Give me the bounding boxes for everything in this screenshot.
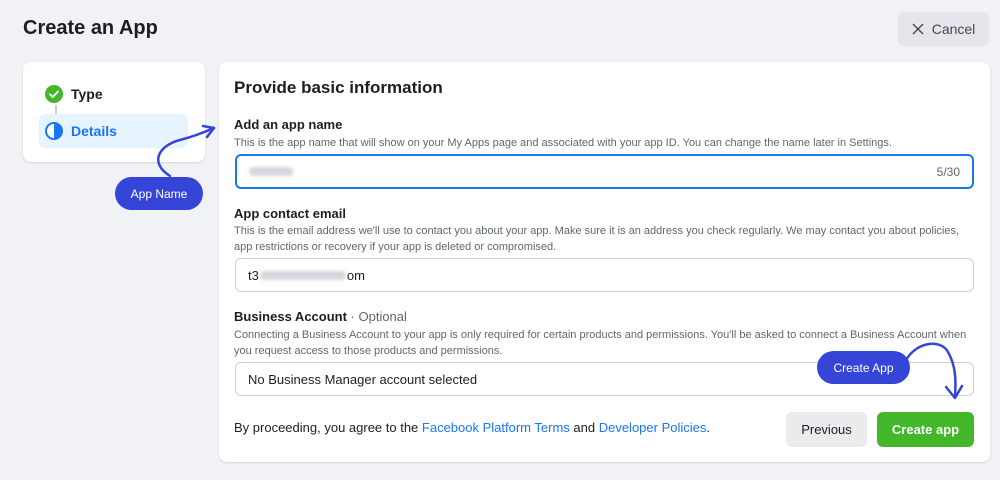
step-type[interactable]: Type <box>39 77 188 111</box>
close-icon <box>912 23 924 35</box>
business-account-selected: No Business Manager account selected <box>248 371 478 387</box>
terms-prefix: By proceeding, you agree to the <box>234 420 422 435</box>
basic-info-form: Provide basic information Add an app nam… <box>219 62 990 462</box>
business-account-title: Business Account <box>234 309 347 324</box>
cancel-label: Cancel <box>931 21 976 37</box>
step-details-label: Details <box>71 123 117 139</box>
optional-tag: · Optional <box>346 309 407 324</box>
page-title: Create an App <box>23 17 158 39</box>
business-account-label: Business Account · Optional <box>234 309 407 324</box>
app-name-callout: App Name <box>115 177 203 210</box>
terms-suffix: . <box>706 420 710 435</box>
steps-sidebar: Type Details <box>23 62 205 162</box>
app-name-description: This is the app name that will show on y… <box>234 137 892 149</box>
email-suffix: om <box>346 267 365 283</box>
step-details[interactable]: Details <box>39 114 188 148</box>
step-type-label: Type <box>71 86 103 102</box>
terms-and: and <box>569 420 599 435</box>
email-redacted <box>259 270 346 280</box>
contact-email-input[interactable]: t3 om <box>235 258 974 292</box>
terms-text: By proceeding, you agree to the Facebook… <box>234 420 710 435</box>
previous-button[interactable]: Previous <box>786 412 867 447</box>
app-name-label: Add an app name <box>234 117 343 132</box>
developer-policies-link[interactable]: Developer Policies <box>599 420 707 435</box>
contact-email-label: App contact email <box>234 206 346 221</box>
create-app-callout: Create App <box>817 351 910 384</box>
half-circle-icon <box>45 122 63 140</box>
form-heading: Provide basic information <box>234 78 443 97</box>
app-name-input[interactable]: 5/30 <box>235 154 974 189</box>
create-app-button[interactable]: Create app <box>877 412 974 447</box>
app-name-value-redacted <box>249 167 293 176</box>
contact-email-description: This is the email address we'll use to c… <box>234 225 960 253</box>
platform-terms-link[interactable]: Facebook Platform Terms <box>422 420 570 435</box>
app-name-counter: 5/30 <box>936 164 960 179</box>
email-prefix: t3 <box>248 267 259 283</box>
check-circle-icon <box>45 85 63 103</box>
cancel-button[interactable]: Cancel <box>898 12 989 46</box>
